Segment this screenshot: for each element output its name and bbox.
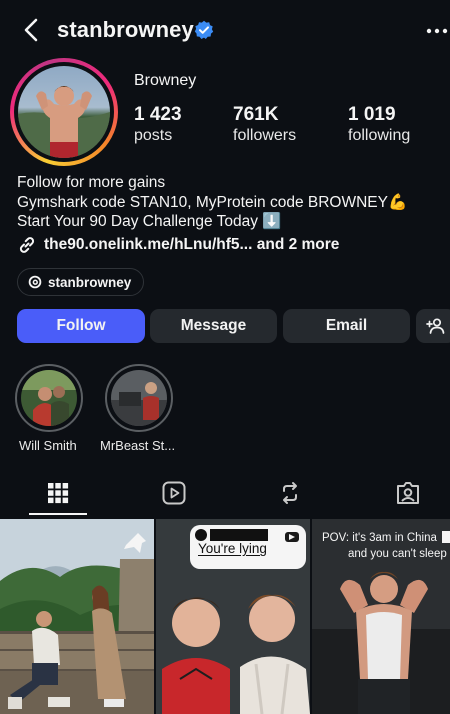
more-options-icon[interactable] [424,18,450,44]
highlight-label: MrBeast St... [100,438,176,453]
posts-stat[interactable]: 1 423 posts [134,104,182,145]
add-person-icon [426,316,446,336]
threads-icon [28,275,42,289]
followers-label: followers [233,127,297,144]
tab-posts-grid[interactable] [45,480,73,508]
tagged-icon [395,480,423,506]
tab-reposts[interactable] [277,480,305,508]
bio-line-3: Start Your 90 Day Challenge Today ⬇️ [17,213,282,230]
post-tile-1[interactable] [0,519,154,714]
display-name: Browney [134,72,197,89]
avatar-story-ring[interactable] [10,58,118,166]
following-stat[interactable]: 1 019 following [348,104,410,145]
active-tab-indicator [29,513,87,515]
highlight-will-smith[interactable]: Will Smith [15,364,87,453]
grid-icon [45,480,73,506]
profile-username: stanbrowney [57,17,194,42]
following-count: 1 019 [348,104,396,125]
verified-badge-icon [194,20,214,40]
post-tile-3[interactable]: POV: it's 3am in China and you can't sle… [312,519,450,714]
avatar [18,66,110,158]
back-icon[interactable] [18,16,46,44]
highlight-label: Will Smith [19,438,77,453]
bio-line-2: Gymshark code STAN10, MyProtein code BRO… [17,194,408,211]
post-caption: POV: it's 3am in China and you can't sle… [322,532,447,560]
bio-link[interactable]: the90.onelink.me/hLnu/hf5... and 2 more [17,235,339,255]
suggested-accounts-button[interactable] [416,309,450,343]
reposts-icon [277,480,305,506]
email-button[interactable]: Email [283,309,410,343]
posts-count: 1 423 [134,104,182,125]
reels-icon [161,480,189,506]
threads-chip[interactable]: stanbrowney [17,268,145,296]
message-button[interactable]: Message [150,309,277,343]
followers-stat[interactable]: 761K followers [233,104,296,145]
tab-reels[interactable] [161,480,189,508]
link-more[interactable]: and 2 more [252,236,340,254]
following-label: following [348,127,411,144]
tab-tagged[interactable] [395,480,423,508]
bio-line-1: Follow for more gains [17,174,166,191]
follow-button[interactable]: Follow [17,309,145,343]
post-tile-2[interactable]: You're lying [156,519,310,714]
highlight-mrbeast[interactable]: MrBeast St... [100,364,177,453]
threads-handle: stanbrowney [48,274,132,290]
link-url[interactable]: the90.onelink.me/hLnu/hf5... [44,236,252,254]
link-icon [17,235,37,255]
posts-label: posts [134,127,173,144]
followers-count: 761K [233,104,279,125]
highlight-cover [111,370,167,426]
highlight-cover [21,370,77,426]
post-caption: You're lying [198,541,267,556]
